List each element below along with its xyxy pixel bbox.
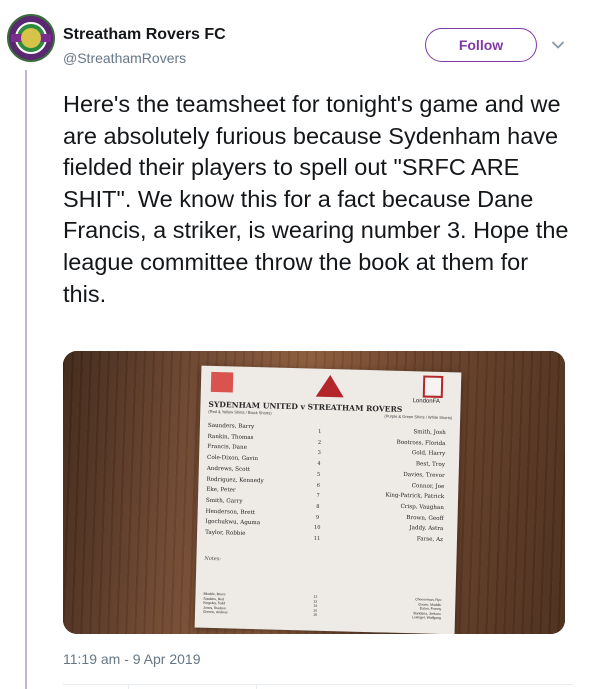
home-sub: Greene, Andrew [202, 610, 228, 615]
tweet-timestamp[interactable]: 11:19 am - 9 Apr 2019 [63, 651, 201, 667]
follow-button[interactable]: Follow [425, 28, 537, 62]
away-player-list: Smith, Josh Bootross, Florida Gold, Harr… [337, 425, 446, 545]
home-kit: (Red & Yellow Shirts / Black Shorts) [208, 408, 272, 416]
tweet-photo[interactable]: LondonFA SYDENHAM UNITED v STREATHAM ROV… [63, 351, 565, 634]
thread-line [25, 70, 27, 689]
league-logo [315, 374, 345, 398]
notes-label: Notes: [204, 555, 222, 563]
display-name[interactable]: Streatham Rovers FC [63, 26, 226, 44]
shirt-numbers: 1 2 3 4 5 6 7 8 9 10 11 [311, 427, 326, 545]
shirt-number: 1 [318, 428, 322, 435]
crest-core [21, 28, 41, 48]
sub-number: 16 [313, 613, 317, 618]
shirt-number: 4 [317, 460, 321, 467]
action-divider [128, 684, 129, 689]
bottom-divider [63, 684, 573, 685]
away-player: Farse, Az [416, 536, 444, 544]
teamsheet-paper: LondonFA SYDENHAM UNITED v STREATHAM ROV… [194, 365, 462, 634]
tweet-header: Streatham Rovers FC @StreathamRovers Fol… [7, 14, 587, 74]
user-handle[interactable]: @StreathamRovers [63, 50, 226, 66]
home-player-list: Saunders, Barry Rankin, Thomas Francis, … [205, 421, 265, 540]
shirt-number: 2 [317, 439, 322, 446]
chevron-down-icon[interactable] [551, 38, 565, 52]
shirt-number: 3 [317, 450, 321, 457]
shirt-number: 9 [315, 514, 320, 521]
home-club-logo [210, 371, 234, 393]
shirt-number: 5 [316, 471, 321, 478]
club-crest-avatar[interactable] [7, 14, 55, 62]
shirt-number: 8 [316, 503, 320, 510]
shirt-number: 6 [316, 482, 321, 489]
london-fa-label: LondonFA [412, 398, 441, 405]
shirt-number: 7 [316, 492, 320, 499]
author-names: Streatham Rovers FC @StreathamRovers [63, 26, 226, 66]
away-subs-list: Cheeseman, Ryo Goose, Maddie Eaton, Fran… [355, 596, 441, 621]
home-player: Taylor, Robbie [205, 529, 246, 537]
shirt-number: 11 [313, 535, 321, 542]
home-player: Andrews, Scott [206, 465, 251, 473]
sub-numbers: 12 13 14 15 16 [309, 595, 322, 618]
away-kit: (Purple & Green Shirts / White Shorts) [384, 413, 453, 421]
away-sub: LeAnger, Wolfgang [412, 615, 441, 621]
london-fa-crest [422, 375, 444, 398]
shirt-number: 10 [313, 524, 321, 532]
tweet-text: Here's the teamsheet for tonight's game … [63, 91, 575, 307]
home-subs-list: Blooble, Bruce Sawkins, Red Kingsley, To… [203, 592, 228, 616]
action-divider [256, 684, 257, 689]
